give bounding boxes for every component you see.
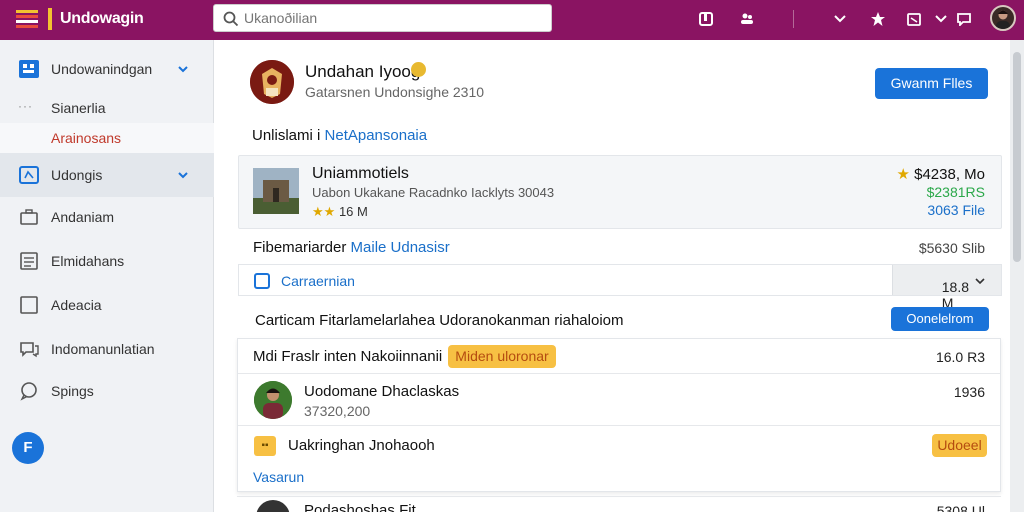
sidebar-item-4[interactable]: Andaniam xyxy=(0,195,214,239)
chevron-down-icon[interactable] xyxy=(178,168,188,182)
star-icon: ★ xyxy=(896,166,910,183)
section-title-highlight[interactable]: NetApansonaia xyxy=(325,127,428,144)
search-input[interactable] xyxy=(244,8,544,28)
search-box[interactable] xyxy=(213,4,552,32)
person-name[interactable]: Uodomane Dhaclaskas xyxy=(304,383,459,400)
star-badge-icon[interactable] xyxy=(868,9,888,29)
section-title: Unlislami i NetApansonaia xyxy=(252,127,427,144)
profile-avatar[interactable] xyxy=(250,60,294,104)
ticket-icon: ▪▪ xyxy=(254,436,276,456)
listing-price-value: $4238, Mo xyxy=(914,166,985,183)
calendar-icon[interactable] xyxy=(904,9,924,29)
chevron-down-icon xyxy=(975,278,985,285)
sidebar-item-3[interactable]: Udongis xyxy=(0,153,214,197)
filter-row-label: Fibemariarder Maile Udnasisr xyxy=(253,239,450,256)
primary-action-button[interactable]: Gwanm Flles xyxy=(875,68,988,99)
size-select[interactable]: 18.8 M xyxy=(892,265,1001,311)
action-row-label: Carticam Fitarlamelarlahea Udoranokanman… xyxy=(255,312,624,329)
briefcase-icon xyxy=(20,209,38,225)
sidebar-item-label: Indomanunlatian xyxy=(51,341,155,357)
sidebar-subitem-2[interactable]: Arainosans xyxy=(0,123,214,153)
list-icon xyxy=(20,252,38,270)
sidebar-item-label: Spings xyxy=(51,383,94,399)
people-icon[interactable] xyxy=(737,9,757,29)
fab-button[interactable]: F xyxy=(12,432,44,464)
listing-thumbnail[interactable] xyxy=(253,168,299,214)
chevron-down-icon[interactable] xyxy=(931,9,951,29)
sidebar-item-0[interactable]: Undowanindgan xyxy=(0,47,214,91)
listing-rating-value: 16 M xyxy=(338,204,368,219)
sidebar-item-label: Andaniam xyxy=(51,209,115,225)
sidebar-item-5[interactable]: Elmidahans xyxy=(0,239,214,283)
listing-price-secondary: $2381RS xyxy=(926,184,985,200)
listing-subtitle: Uabon Ukakane Racadnko Iacklyts 30043 xyxy=(312,185,555,200)
size-select-value: 18.8 M xyxy=(942,272,985,311)
speech-bubble-icon xyxy=(20,382,37,401)
filter-label-link[interactable]: Maile Udnasisr xyxy=(351,239,450,256)
sidebar-item-8[interactable]: Spings xyxy=(0,369,214,413)
app-title[interactable]: Undowagin xyxy=(60,10,144,28)
sidebar-item-label: Elmidahans xyxy=(51,253,125,269)
action-row-button[interactable]: Oonelelrom xyxy=(891,307,989,331)
profile-name: Undahan Iyoog xyxy=(305,62,421,81)
message-icon[interactable] xyxy=(954,9,974,29)
panel-header-value: 16.0 R3 xyxy=(935,349,985,365)
star-icon: ★★ xyxy=(312,204,336,219)
person-subtitle: 37320,200 xyxy=(304,403,371,419)
next-card-value: 5308 Ul xyxy=(936,503,985,512)
sidebar-item-6[interactable]: Adeacia xyxy=(0,283,214,327)
listing-file-link[interactable]: 3063 File xyxy=(927,202,985,218)
notebook-icon[interactable] xyxy=(696,9,716,29)
top-bar: Undowagin xyxy=(0,0,1024,40)
listing-title: Uniammotiels xyxy=(312,165,409,182)
dropdown-label[interactable]: Carraernian xyxy=(281,273,355,289)
dots-icon: ··· xyxy=(18,99,33,113)
chevron-down-icon[interactable] xyxy=(178,62,188,76)
sidebar-item-label: Adeacia xyxy=(51,297,102,313)
person-value: 1936 xyxy=(953,384,985,400)
divider xyxy=(238,373,1000,374)
refresh-icon[interactable] xyxy=(254,273,270,289)
listing-rating: ★★ 16 M xyxy=(312,204,368,220)
listing-price: ★ $4238, Mo xyxy=(896,165,985,183)
next-card-title: Podashoshas Fit xyxy=(304,502,416,512)
profile-subtitle: Gatarsnen Undonsighe 2310 xyxy=(305,84,485,100)
filter-label-plain: Fibemariarder xyxy=(253,239,351,256)
app-logo-icon[interactable] xyxy=(16,8,38,32)
filter-row-value: $5630 Slib xyxy=(918,240,985,256)
panel-link[interactable]: Vasarun xyxy=(253,469,304,485)
scrollbar-thumb[interactable] xyxy=(1013,52,1021,262)
chevron-down-icon[interactable] xyxy=(830,9,850,29)
sidebar-subitem-1[interactable]: ··· Sianerlia xyxy=(0,93,214,123)
row-badge[interactable]: Udoeel xyxy=(932,434,987,457)
section-title-plain: Unlislami i xyxy=(252,127,325,144)
sidebar-subitem-label: Sianerlia xyxy=(51,100,106,116)
avatar[interactable] xyxy=(254,381,292,419)
grid-icon xyxy=(19,60,39,78)
sidebar-subitem-label: Arainosans xyxy=(51,130,122,146)
toolbar-separator xyxy=(793,10,794,28)
square-icon xyxy=(20,296,38,314)
sidebar-item-label: Undowanindgan xyxy=(51,61,153,77)
panel-row-label: Uakringhan Jnohaooh xyxy=(288,437,435,454)
user-avatar[interactable] xyxy=(990,5,1016,31)
tablet-icon xyxy=(19,166,39,184)
status-badge[interactable]: Miden uloronar xyxy=(448,345,556,368)
sidebar-item-label: Udongis xyxy=(51,167,103,183)
divider xyxy=(238,425,1000,426)
verified-badge-icon xyxy=(411,62,426,77)
search-icon xyxy=(223,11,239,27)
chat-icon xyxy=(20,342,39,358)
panel-header: Mdi Fraslr inten Nakoiinnanii xyxy=(253,348,443,365)
logo-divider xyxy=(48,8,52,30)
sidebar-item-7[interactable]: Indomanunlatian xyxy=(0,327,214,371)
